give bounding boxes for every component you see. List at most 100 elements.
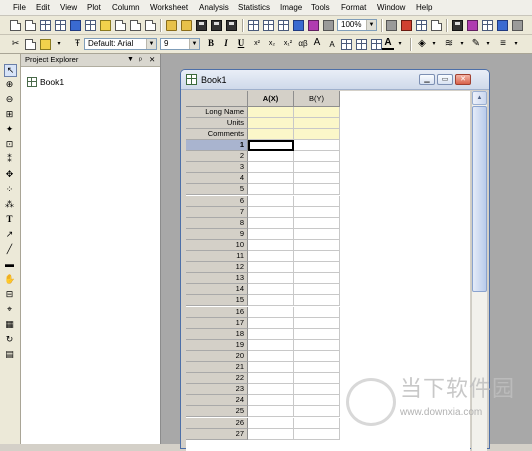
units-cell-a[interactable]	[248, 118, 294, 129]
cell-b[interactable]	[294, 284, 340, 295]
new-workbook-icon[interactable]	[40, 20, 51, 31]
menu-tools[interactable]: Tools	[311, 3, 330, 12]
cell-b[interactable]	[294, 307, 340, 318]
row-number[interactable]: 14	[186, 284, 248, 295]
font-color-icon[interactable]: A	[382, 37, 394, 50]
cell-a[interactable]	[248, 240, 294, 251]
new-graph-icon[interactable]	[70, 20, 81, 31]
paste-icon[interactable]	[40, 39, 51, 50]
command-window-icon[interactable]	[452, 20, 463, 31]
cell-a[interactable]	[248, 207, 294, 218]
rectangle-tool-icon[interactable]: ▬	[4, 259, 15, 270]
row-number[interactable]: 20	[186, 351, 248, 362]
panel-menu-icon[interactable]: ▼	[127, 55, 134, 65]
italic-button[interactable]: I	[221, 38, 231, 49]
row-number[interactable]: 6	[186, 196, 248, 207]
duplicate-icon[interactable]	[386, 20, 397, 31]
import-wizard-icon[interactable]	[278, 20, 289, 31]
row-number[interactable]: 15	[186, 295, 248, 306]
script-window-icon[interactable]	[431, 20, 442, 31]
line-width-dropdown-icon[interactable]: ▾	[512, 39, 520, 50]
export-icon[interactable]	[308, 20, 319, 31]
arrow-tool-icon[interactable]: ↗	[4, 229, 15, 240]
row-number[interactable]: 26	[186, 418, 248, 429]
line-width-icon[interactable]: ≡	[496, 38, 510, 49]
cell-b[interactable]	[294, 384, 340, 395]
row-number[interactable]: 16	[186, 307, 248, 318]
zoom-select[interactable]: 100% ▼	[337, 19, 377, 31]
pattern-icon[interactable]: ≋	[442, 38, 456, 49]
cell-b[interactable]	[294, 251, 340, 262]
underline-button[interactable]: U	[236, 38, 246, 49]
units-cell-b[interactable]	[294, 118, 340, 129]
column-header-b[interactable]: B(Y)	[294, 91, 340, 107]
new-excel-icon[interactable]	[55, 20, 66, 31]
long-name-cell-a[interactable]	[248, 107, 294, 118]
row-number[interactable]: 3	[186, 162, 248, 173]
menu-format[interactable]: Format	[341, 3, 366, 12]
screen-reader-icon[interactable]: ✦	[4, 124, 15, 135]
row-number[interactable]: 2	[186, 151, 248, 162]
fill-color-icon[interactable]: ◈	[416, 38, 428, 49]
cut-icon[interactable]: ✂	[10, 38, 21, 49]
row-number[interactable]: 8	[186, 218, 248, 229]
dropdown-arrow-icon[interactable]: ▾	[55, 39, 63, 50]
meta-row-comments[interactable]: Comments	[186, 129, 248, 140]
import-multiple-icon[interactable]	[263, 20, 274, 31]
cell-b[interactable]	[294, 362, 340, 373]
align-right-icon[interactable]	[371, 39, 382, 50]
tree-item-book1[interactable]: Book1	[24, 75, 158, 89]
cell-a[interactable]	[248, 196, 294, 207]
save-template-icon[interactable]	[226, 20, 237, 31]
long-name-cell-b[interactable]	[294, 107, 340, 118]
workbook-titlebar[interactable]: Book1 ▁ ▭ ✕	[181, 70, 489, 90]
new-notes-icon[interactable]	[130, 20, 141, 31]
cell-a[interactable]	[248, 318, 294, 329]
cell-a[interactable]	[248, 184, 294, 195]
menu-view[interactable]: View	[60, 3, 77, 12]
cell-b[interactable]	[294, 429, 340, 440]
menu-worksheet[interactable]: Worksheet	[150, 3, 188, 12]
message-log-icon[interactable]	[482, 20, 493, 31]
meta-row-long-name[interactable]: Long Name	[186, 107, 248, 118]
decrease-font-button[interactable]: A	[326, 39, 338, 50]
increase-font-button[interactable]: A	[311, 37, 323, 48]
new-layout-icon[interactable]	[115, 20, 126, 31]
cell-b[interactable]	[294, 240, 340, 251]
greek-button[interactable]: αβ	[296, 38, 310, 49]
cell-b[interactable]	[294, 295, 340, 306]
grid-corner[interactable]	[186, 91, 248, 107]
row-number[interactable]: 25	[186, 406, 248, 417]
row-number[interactable]: 4	[186, 173, 248, 184]
cell-b[interactable]	[294, 351, 340, 362]
results-log-icon[interactable]	[416, 20, 427, 31]
open-excel-icon[interactable]	[181, 20, 192, 31]
cell-a[interactable]	[248, 173, 294, 184]
cell-a[interactable]	[248, 329, 294, 340]
region-icon[interactable]: ⊟	[4, 289, 15, 300]
cell-a[interactable]	[248, 429, 294, 440]
cell-b[interactable]	[294, 151, 340, 162]
align-left-icon[interactable]	[341, 39, 352, 50]
menu-statistics[interactable]: Statistics	[238, 3, 270, 12]
menu-help[interactable]: Help	[416, 3, 432, 12]
print-icon[interactable]	[293, 20, 304, 31]
cell-a[interactable]	[248, 284, 294, 295]
cell-b[interactable]	[294, 184, 340, 195]
comments-cell-b[interactable]	[294, 129, 340, 140]
comments-cell-a[interactable]	[248, 129, 294, 140]
new-function-icon[interactable]	[100, 20, 111, 31]
cell-a[interactable]	[248, 406, 294, 417]
close-button[interactable]: ✕	[455, 74, 471, 85]
row-number[interactable]: 12	[186, 262, 248, 273]
menu-window[interactable]: Window	[377, 3, 405, 12]
row-number[interactable]: 19	[186, 340, 248, 351]
cell-a[interactable]	[248, 373, 294, 384]
bold-button[interactable]: B	[206, 38, 216, 49]
cell-b[interactable]	[294, 207, 340, 218]
new-project-icon[interactable]	[10, 20, 21, 31]
cell-b[interactable]	[294, 329, 340, 340]
new-folder-icon[interactable]	[25, 20, 36, 31]
cell-a[interactable]	[248, 162, 294, 173]
copy-icon[interactable]	[25, 39, 36, 50]
